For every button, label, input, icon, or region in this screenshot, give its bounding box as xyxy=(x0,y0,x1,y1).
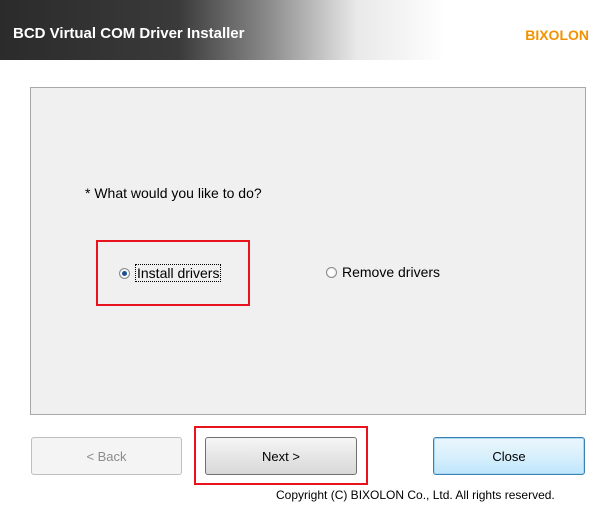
back-button[interactable]: < Back xyxy=(31,437,182,475)
install-highlight-box xyxy=(96,240,250,306)
remove-drivers-radio[interactable] xyxy=(326,266,337,278)
next-highlight-box xyxy=(194,426,368,485)
brand-logo-text: BIXOLON xyxy=(525,27,589,43)
close-button[interactable]: Close xyxy=(433,437,585,475)
window-title: BCD Virtual COM Driver Installer xyxy=(13,25,245,42)
question-label: * What would you like to do? xyxy=(85,185,262,201)
remove-drivers-option[interactable]: Remove drivers xyxy=(326,264,440,280)
copyright-text: Copyright (C) BIXOLON Co., Ltd. All righ… xyxy=(276,488,555,502)
header-banner: BCD Virtual COM Driver Installer BIXOLON xyxy=(0,0,595,60)
remove-drivers-label[interactable]: Remove drivers xyxy=(342,264,440,280)
